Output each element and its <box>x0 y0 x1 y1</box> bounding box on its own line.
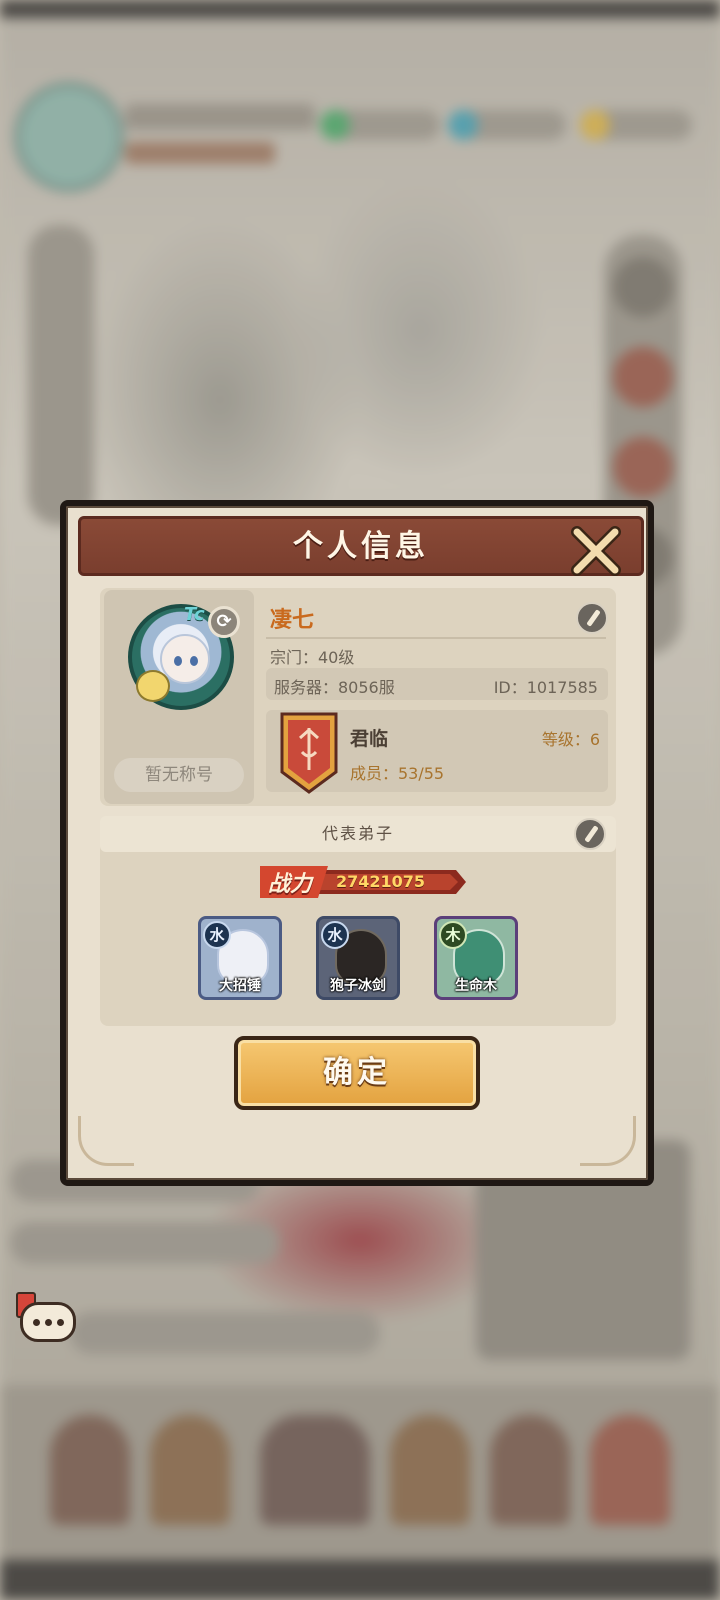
guild-banner-icon <box>280 712 338 794</box>
guild-members: 成员：53/55 <box>350 764 445 783</box>
divider <box>266 637 606 639</box>
avatar-tag: Tc <box>184 604 205 625</box>
swap-icon[interactable]: ⟳ <box>208 606 240 638</box>
hero-name: 狍子冰剑 <box>330 978 386 994</box>
power-label: 战力 <box>268 872 313 897</box>
close-icon <box>571 526 621 576</box>
hero-card[interactable]: 水 大招锤 <box>198 916 282 1000</box>
personal-info-dialog: 个人信息 Tc ⟳ 暂无称号 凄七 宗门：40级 服务器：8056服 ID：10… <box>60 500 654 1186</box>
server-text: 服务器：8056服 <box>274 678 395 697</box>
hero-card[interactable]: 水 狍子冰剑 <box>316 916 400 1000</box>
hero-name: 生命木 <box>455 978 497 994</box>
hero-name: 大招锤 <box>219 978 261 994</box>
representative-disciples: 代表弟子 战力 27421075 水 大招锤 水 狍子冰剑 木 生命木 <box>100 816 616 1026</box>
confirm-label: 确定 <box>323 1055 391 1090</box>
close-button[interactable] <box>569 524 623 578</box>
profile-panel: Tc ⟳ 暂无称号 凄七 宗门：40级 服务器：8056服 ID：1017585… <box>100 588 616 806</box>
wood-element-icon: 木 <box>439 921 467 949</box>
chat-icon <box>20 1302 76 1342</box>
confirm-button[interactable]: 确定 <box>234 1036 480 1110</box>
server-row: 服务器：8056服 ID：1017585 <box>266 668 608 700</box>
chat-button[interactable] <box>14 1292 76 1348</box>
edit-icon[interactable] <box>574 818 606 850</box>
hero-card[interactable]: 木 生命木 <box>434 916 518 1000</box>
player-id: ID：1017585 <box>493 678 598 697</box>
dialog-header: 个人信息 <box>78 516 644 576</box>
player-name: 凄七 <box>270 608 315 633</box>
dialog-title: 个人信息 <box>293 529 429 564</box>
corner-decoration <box>78 1116 134 1166</box>
title-badge[interactable]: 暂无称号 <box>114 758 244 792</box>
water-element-icon: 水 <box>321 921 349 949</box>
guild-row[interactable]: 君临 等级：6 成员：53/55 <box>266 710 608 794</box>
water-element-icon: 水 <box>203 921 231 949</box>
power-value: 27421075 <box>336 872 426 891</box>
edit-icon[interactable] <box>576 602 608 634</box>
combat-power: 战力 27421075 <box>260 862 466 902</box>
guild-level: 等级：6 <box>541 730 600 749</box>
corner-decoration <box>580 1116 636 1166</box>
avatar-box: Tc ⟳ 暂无称号 <box>104 590 254 804</box>
disciple-header: 代表弟子 <box>100 816 616 852</box>
disciple-section-title: 代表弟子 <box>321 824 394 843</box>
guild-name: 君临 <box>350 728 389 750</box>
sect-level: 宗门：40级 <box>270 648 355 667</box>
